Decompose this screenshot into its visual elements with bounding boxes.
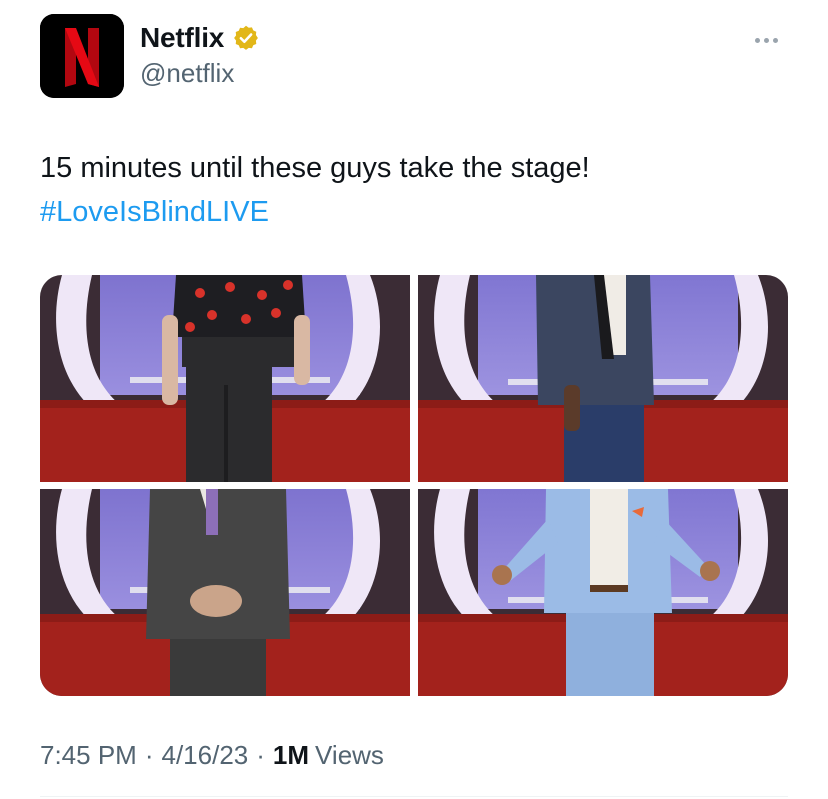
photo-image: [418, 489, 788, 696]
tweet-time[interactable]: 7:45 PM: [40, 740, 137, 771]
more-horizontal-icon[interactable]: [748, 28, 784, 52]
photo-image: [40, 489, 410, 696]
avatar[interactable]: [40, 14, 124, 98]
display-name[interactable]: Netflix: [140, 22, 224, 54]
tweet-meta: 7:45 PM · 4/16/23 · 1M Views: [40, 740, 384, 771]
media-photo-1[interactable]: [40, 275, 410, 482]
tweet-text-body: 15 minutes until these guys take the sta…: [40, 152, 590, 184]
tweet-text: 15 minutes until these guys take the sta…: [40, 146, 590, 234]
author-handle[interactable]: @netflix: [140, 58, 234, 89]
media-photo-4[interactable]: [418, 489, 788, 696]
views-label[interactable]: Views: [315, 740, 384, 771]
views-count[interactable]: 1M: [273, 740, 309, 771]
verified-badge-icon: [234, 25, 259, 50]
media-photo-2[interactable]: [418, 275, 788, 482]
meta-separator: ·: [256, 740, 265, 770]
photo-image: [418, 275, 788, 482]
hashtag-link[interactable]: #LoveIsBlindLIVE: [40, 190, 590, 234]
meta-separator: ·: [144, 740, 154, 770]
media-grid: [40, 275, 788, 696]
netflix-logo: [40, 14, 124, 98]
photo-image: [40, 275, 410, 482]
tweet-date[interactable]: 4/16/23: [162, 740, 249, 771]
author-name-row: Netflix: [140, 22, 260, 54]
tweet: Netflix @netflix 15 minutes until these …: [0, 0, 828, 799]
divider: [40, 796, 788, 797]
media-photo-3[interactable]: [40, 489, 410, 696]
